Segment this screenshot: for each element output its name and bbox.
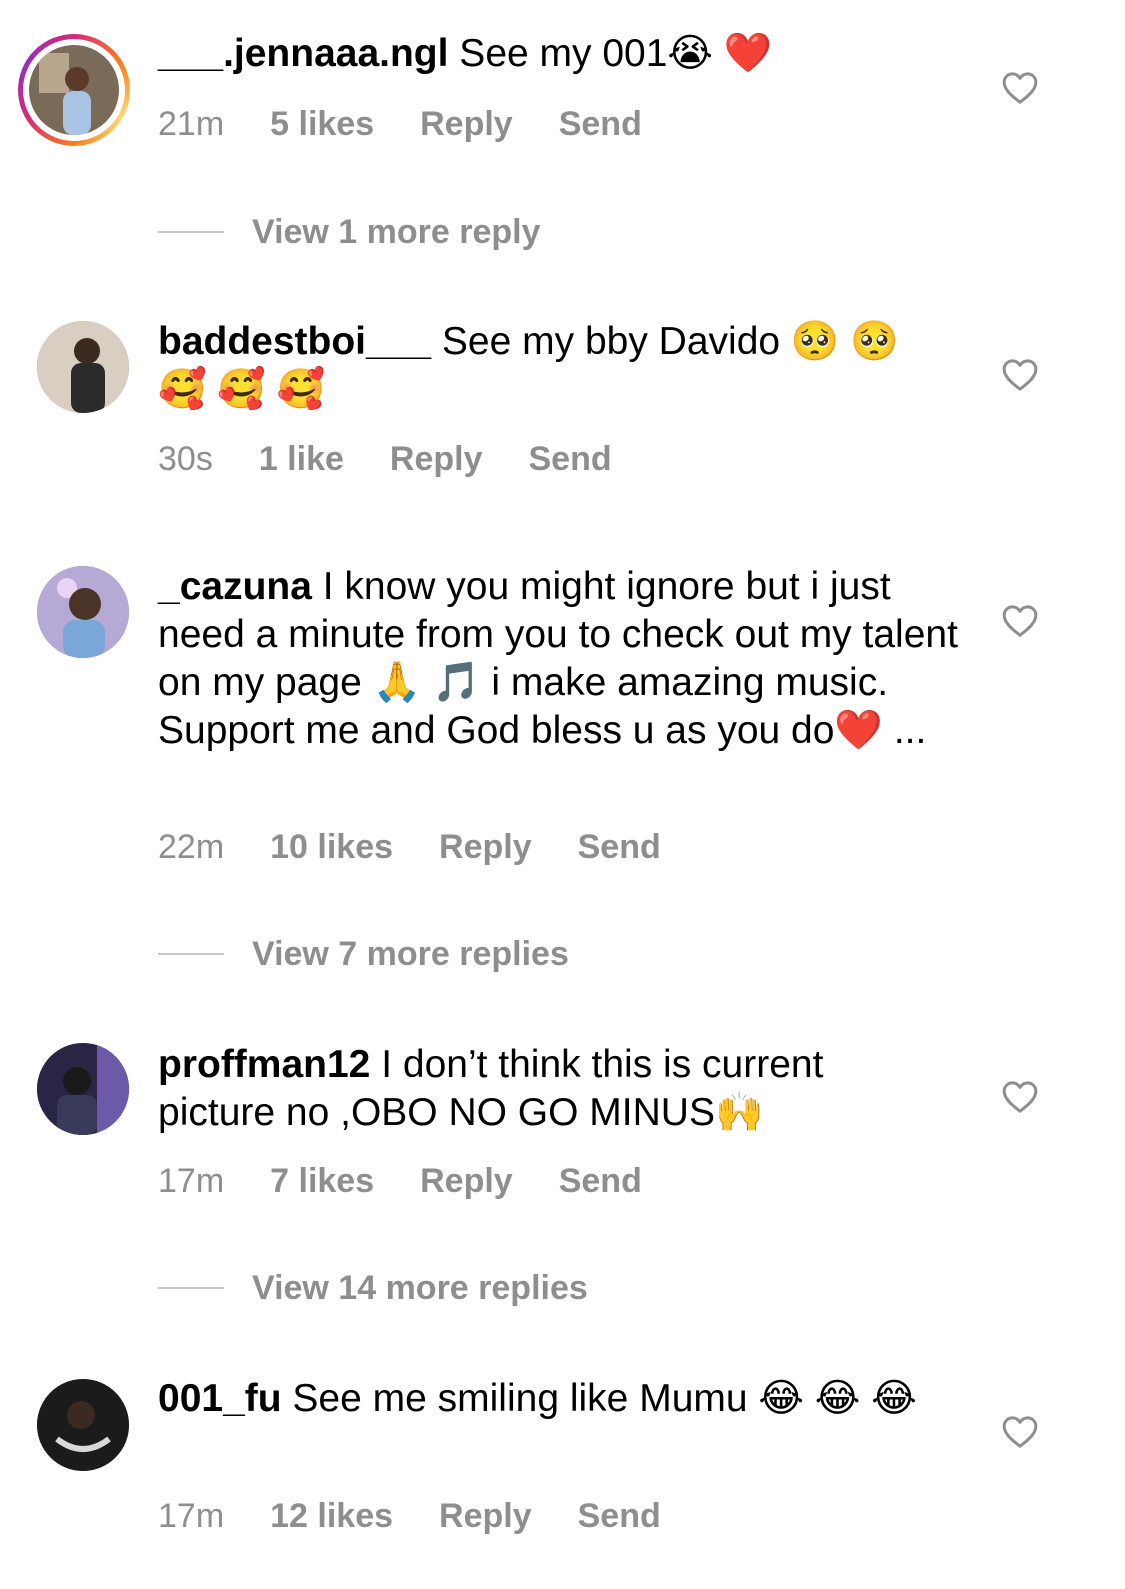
comment-username[interactable]: _cazuna	[158, 565, 312, 608]
comment-meta: 21m 5 likes Reply Send	[158, 105, 688, 144]
reply-button[interactable]: Reply	[420, 105, 513, 143]
avatar[interactable]	[37, 321, 129, 413]
comment-meta: 30s 1 like Reply Send	[158, 440, 658, 479]
comment-likes[interactable]: 12 likes	[270, 1497, 393, 1535]
comment-time: 17m	[158, 1497, 225, 1535]
comment-body: See me smiling like Mumu 😂 😂 😂	[281, 1377, 917, 1420]
comment-likes[interactable]: 10 likes	[270, 828, 393, 866]
view-more-replies-button[interactable]: View 7 more replies	[158, 934, 569, 974]
reply-button[interactable]: Reply	[439, 828, 532, 866]
like-heart-icon[interactable]	[1000, 355, 1040, 395]
divider-line	[158, 231, 224, 233]
send-button[interactable]: Send	[578, 828, 661, 866]
comment-meta: 17m 12 likes Reply Send	[158, 1497, 707, 1536]
view-more-replies-label[interactable]: View 14 more replies	[252, 1269, 588, 1308]
like-heart-icon[interactable]	[1000, 601, 1040, 641]
view-more-replies-label[interactable]: View 7 more replies	[252, 935, 569, 974]
comment-likes[interactable]: 7 likes	[270, 1162, 374, 1200]
send-button[interactable]: Send	[559, 1162, 642, 1200]
comment-time: 30s	[158, 440, 213, 478]
avatar[interactable]	[37, 1379, 129, 1471]
comment-text: _cazuna I know you might ignore but i ju…	[158, 563, 958, 755]
like-heart-icon[interactable]	[1000, 1412, 1040, 1452]
reply-button[interactable]: Reply	[439, 1497, 532, 1535]
avatar[interactable]	[37, 566, 129, 658]
comment-username[interactable]: baddestboi___	[158, 320, 431, 363]
avatar[interactable]	[37, 1043, 129, 1135]
view-more-replies-label[interactable]: View 1 more reply	[252, 213, 541, 252]
comment-meta: 22m 10 likes Reply Send	[158, 828, 707, 867]
comment-time: 22m	[158, 828, 225, 866]
divider-line	[158, 953, 224, 955]
comment-username[interactable]: proffman12	[158, 1043, 370, 1086]
comment-body: See my 001😭 ❤️	[448, 32, 773, 75]
view-more-replies-button[interactable]: View 14 more replies	[158, 1268, 588, 1308]
comment-username[interactable]: ___.jennaaa.ngl	[158, 32, 448, 75]
reply-button[interactable]: Reply	[420, 1162, 513, 1200]
comment-text: proffman12 I don’t think this is current…	[158, 1041, 938, 1137]
send-button[interactable]: Send	[559, 105, 642, 143]
comment-time: 17m	[158, 1162, 225, 1200]
avatar[interactable]	[29, 45, 119, 135]
avatar-story-ring[interactable]	[18, 34, 130, 146]
view-more-replies-button[interactable]: View 1 more reply	[158, 212, 541, 252]
comment-likes[interactable]: 5 likes	[270, 105, 374, 143]
like-heart-icon[interactable]	[1000, 68, 1040, 108]
send-button[interactable]: Send	[529, 440, 612, 478]
comment-time: 21m	[158, 105, 225, 143]
like-heart-icon[interactable]	[1000, 1077, 1040, 1117]
reply-button[interactable]: Reply	[390, 440, 483, 478]
comment-meta: 17m 7 likes Reply Send	[158, 1162, 688, 1201]
comment-likes[interactable]: 1 like	[259, 440, 344, 478]
divider-line	[158, 1287, 224, 1289]
comment-username[interactable]: 001_fu	[158, 1377, 282, 1420]
comment-text: ___.jennaaa.ngl See my 001😭 ❤️	[158, 30, 958, 78]
comment-text: baddestboi___ See my bby Davido 🥺 🥺 🥰 🥰 …	[158, 318, 918, 414]
send-button[interactable]: Send	[578, 1497, 661, 1535]
comment-text: 001_fu See me smiling like Mumu 😂 😂 😂	[158, 1375, 938, 1423]
